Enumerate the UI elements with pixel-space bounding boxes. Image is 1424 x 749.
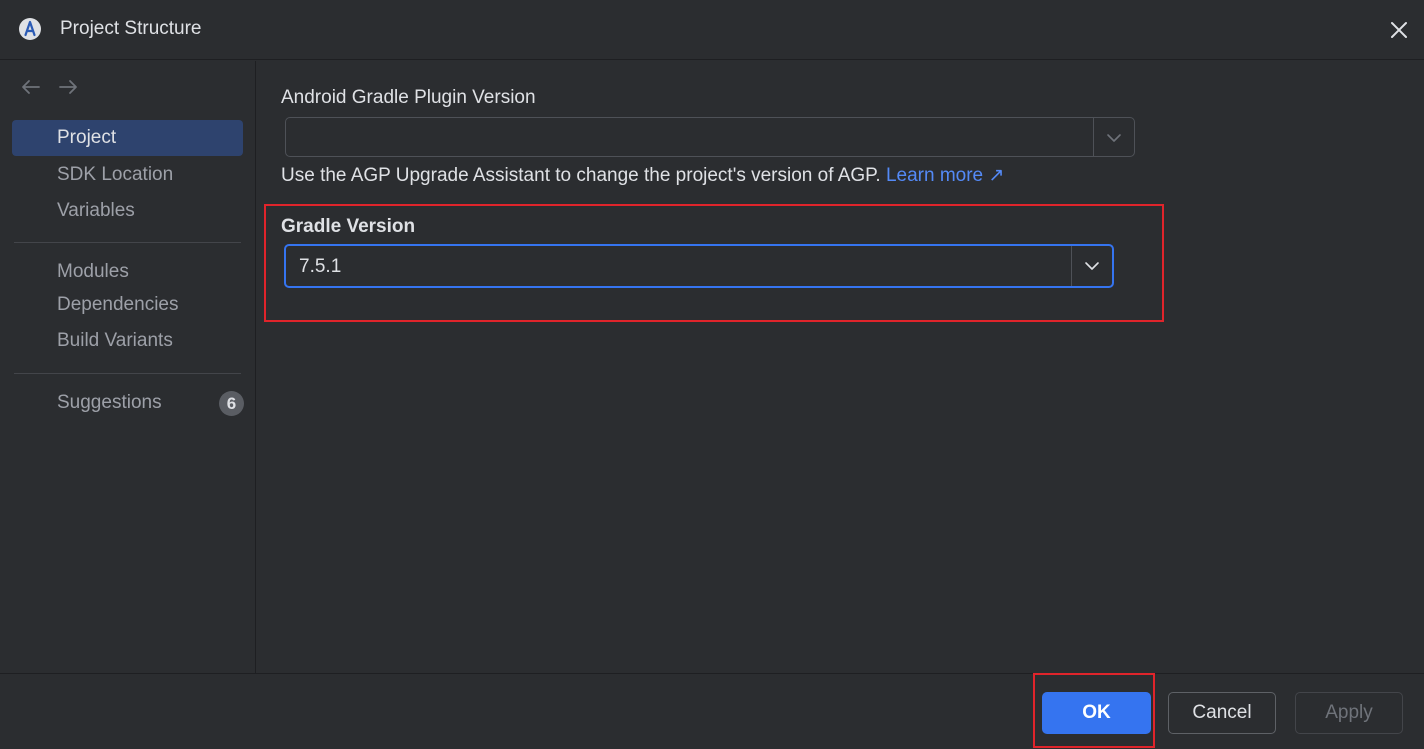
learn-more-link[interactable]: Learn more ↗ (886, 165, 1004, 186)
agp-version-label: Android Gradle Plugin Version (281, 87, 536, 108)
sidebar-divider (14, 242, 241, 243)
cancel-button[interactable]: Cancel (1168, 692, 1276, 734)
chevron-down-icon (1107, 134, 1121, 142)
apply-button[interactable]: Apply (1295, 692, 1403, 734)
android-studio-icon (18, 17, 42, 41)
back-arrow-icon[interactable] (19, 76, 43, 98)
agp-hint-message: Use the AGP Upgrade Assistant to change … (281, 165, 881, 186)
sidebar-item-label: Dependencies (57, 294, 179, 315)
dropdown-arrow-area[interactable] (1093, 118, 1134, 156)
chevron-down-icon (1085, 262, 1099, 270)
close-icon[interactable] (1386, 17, 1412, 43)
gradle-version-label: Gradle Version (281, 216, 416, 237)
agp-hint-text: Use the AGP Upgrade Assistant to change … (281, 164, 1004, 187)
sidebar-item-build-variants[interactable]: Build Variants (12, 323, 243, 359)
suggestions-count-badge: 6 (219, 391, 244, 416)
sidebar-item-label: SDK Location (57, 164, 174, 185)
sidebar-item-modules[interactable]: Modules (12, 254, 243, 290)
sidebar-item-label: Build Variants (57, 330, 173, 351)
sidebar-item-label: Suggestions (57, 392, 162, 413)
dropdown-arrow-area[interactable] (1071, 246, 1112, 286)
forward-arrow-icon[interactable] (56, 76, 80, 98)
sidebar-item-label: Variables (57, 200, 135, 221)
sidebar-item-label: Modules (57, 261, 129, 282)
sidebar-item-suggestions[interactable]: Suggestions (12, 385, 243, 421)
ok-button[interactable]: OK (1042, 692, 1151, 734)
sidebar-divider (14, 373, 241, 374)
sidebar-item-project[interactable]: Project (12, 120, 243, 156)
title-bar: Project Structure (0, 0, 1424, 60)
window-title: Project Structure (60, 18, 202, 39)
sidebar-item-sdk-location[interactable]: SDK Location (12, 157, 243, 193)
gradle-version-value: 7.5.1 (299, 256, 342, 277)
agp-version-dropdown[interactable] (285, 117, 1135, 157)
sidebar-item-dependencies[interactable]: Dependencies (12, 287, 243, 323)
sidebar-item-variables[interactable]: Variables (12, 193, 243, 229)
gradle-version-dropdown[interactable]: 7.5.1 (284, 244, 1114, 288)
sidebar-item-label: Project (57, 127, 117, 148)
